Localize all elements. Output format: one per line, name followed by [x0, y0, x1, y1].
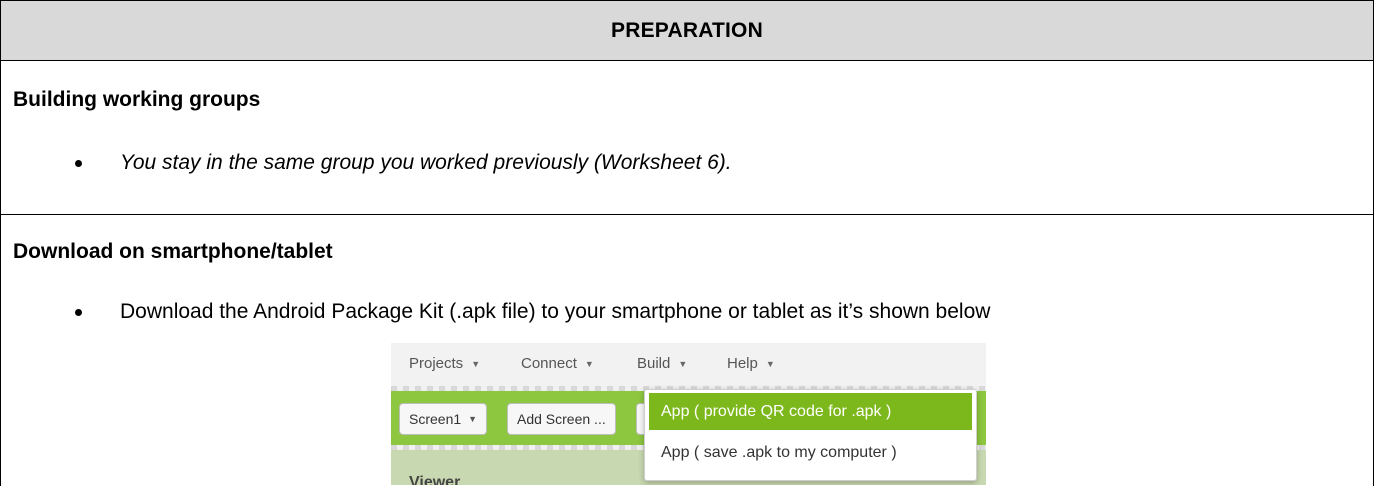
download-bullet: Download the Android Package Kit (.apk f…: [75, 300, 990, 324]
build-option-save-apk[interactable]: App ( save .apk to my computer ): [649, 434, 972, 471]
table-header: PREPARATION: [1, 0, 1373, 61]
caret-down-icon: ▼: [468, 414, 478, 424]
screen-select-label: Screen1: [409, 411, 462, 427]
add-screen-label: Add Screen ...: [517, 411, 606, 427]
viewer-label: Viewer: [409, 474, 461, 485]
menu-help[interactable]: Help ▼: [727, 355, 775, 372]
build-option-qr-label: App ( provide QR code for .apk ): [661, 402, 892, 420]
app-inventor-screenshot: Projects ▼ Connect ▼ Build ▼ Help ▼ Scre…: [391, 343, 986, 485]
build-option-qr-code[interactable]: App ( provide QR code for .apk ): [649, 393, 972, 430]
working-groups-heading: Building working groups: [13, 88, 261, 111]
download-text: Download the Android Package Kit (.apk f…: [120, 300, 991, 323]
menu-connect[interactable]: Connect ▼: [521, 355, 594, 372]
caret-down-icon: ▼: [678, 358, 688, 369]
menu-help-label: Help: [727, 355, 758, 372]
menu-connect-label: Connect: [521, 355, 577, 372]
build-option-save-label: App ( save .apk to my computer ): [661, 443, 897, 461]
top-menu-bar: Projects ▼ Connect ▼ Build ▼ Help ▼: [391, 343, 986, 386]
menu-build[interactable]: Build ▼: [637, 355, 687, 372]
caret-down-icon: ▼: [584, 358, 594, 369]
menu-projects[interactable]: Projects ▼: [409, 355, 480, 372]
preparation-table: PREPARATION Building working groups You …: [0, 0, 1374, 486]
add-screen-button[interactable]: Add Screen ...: [507, 403, 616, 435]
download-section: Download on smartphone/tablet Download t…: [1, 215, 1373, 486]
bullet-icon: [75, 308, 82, 316]
working-groups-text: You stay in the same group you worked pr…: [120, 151, 732, 174]
menu-build-label: Build: [637, 355, 671, 372]
caret-down-icon: ▼: [471, 358, 481, 369]
header-title: PREPARATION: [611, 18, 763, 42]
bullet-icon: [75, 159, 82, 167]
screen-select-button[interactable]: Screen1 ▼: [399, 403, 488, 435]
build-dropdown-menu: App ( provide QR code for .apk ) App ( s…: [644, 389, 977, 481]
menu-projects-label: Projects: [409, 355, 464, 372]
working-groups-section: Building working groups You stay in the …: [1, 61, 1373, 215]
working-groups-bullet: You stay in the same group you worked pr…: [75, 151, 732, 175]
download-heading: Download on smartphone/tablet: [13, 240, 333, 263]
caret-down-icon: ▼: [765, 358, 775, 369]
